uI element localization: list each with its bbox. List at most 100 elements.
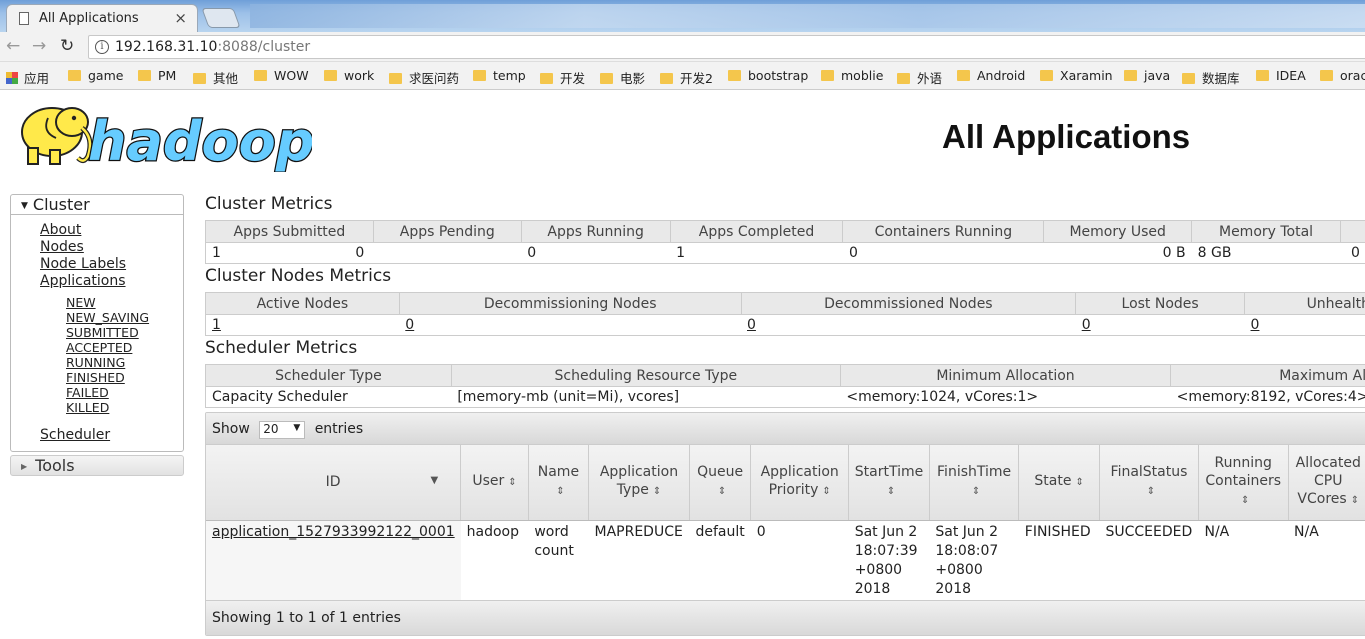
sidebar-link-accepted[interactable]: ACCEPTED (66, 340, 183, 355)
bookmark-folder[interactable]: 开发2 (660, 68, 713, 87)
metric-value: 8 GB (1191, 242, 1341, 264)
browser-tab-active[interactable]: All Applications × (6, 4, 198, 32)
bookmark-folder[interactable]: moblie (821, 68, 883, 83)
cell-type: MAPREDUCE (594, 523, 683, 540)
metric-value: 1 (670, 242, 843, 264)
decommissioned-nodes-link[interactable]: 0 (747, 317, 756, 333)
new-tab-button[interactable] (201, 8, 241, 28)
bookmark-folder[interactable]: 求医问药 (389, 68, 459, 87)
metric-value: <memory:8192, vCores:4> (1170, 386, 1365, 408)
sidebar-link-finished[interactable]: FINISHED (66, 370, 183, 385)
column-header-priority[interactable]: Application Priority ⇕ (750, 445, 850, 521)
folder-icon (68, 70, 81, 81)
column-header-running-containers[interactable]: Running Containers ⇕ (1198, 445, 1289, 521)
bookmark-folder[interactable]: Android (957, 68, 1025, 83)
active-nodes-link[interactable]: 1 (212, 317, 221, 333)
column-header-id[interactable]: ID ▼ (206, 445, 462, 521)
sidebar-link-new-saving[interactable]: NEW_SAVING (66, 310, 183, 325)
forward-arrow-icon[interactable]: → (32, 36, 46, 56)
bookmark-folder[interactable]: bootstrap (728, 68, 808, 83)
bookmark-folder[interactable]: java (1124, 68, 1170, 83)
bookmark-folder[interactable]: game (68, 68, 123, 83)
back-arrow-icon[interactable]: ← (6, 36, 20, 56)
column-header-finalstatus[interactable]: FinalStatus ⇕ (1099, 445, 1199, 521)
folder-icon (138, 70, 151, 81)
column-header-name[interactable]: Name ⇕ (528, 445, 590, 521)
bookmark-folder[interactable]: 电影 (600, 68, 645, 87)
folder-icon (728, 70, 741, 81)
sidebar-link-killed[interactable]: KILLED (66, 400, 183, 415)
sidebar-link-node-labels[interactable]: Node Labels (40, 256, 183, 273)
reload-icon[interactable]: ↻ (60, 36, 74, 56)
bookmark-folder[interactable]: work (324, 68, 374, 83)
url-text[interactable]: 192.168.31.10:8088/cluster (115, 39, 310, 55)
cluster-toggle[interactable]: ▼ Cluster (11, 195, 183, 215)
sidebar-link-submitted[interactable]: SUBMITTED (66, 325, 183, 340)
application-id-link[interactable]: application_1527933992122_0001 (212, 524, 455, 540)
decommissioning-nodes-link[interactable]: 0 (405, 317, 414, 333)
hadoop-logo: hadoop (21, 107, 312, 172)
blurred-tabs (250, 4, 1365, 28)
folder-icon (821, 70, 834, 81)
bookmark-folder[interactable]: Xaramin (1040, 68, 1113, 83)
show-label: Show (212, 421, 250, 437)
sort-icon: ⇕ (652, 486, 662, 498)
column-header-queue[interactable]: Queue ⇕ (689, 445, 752, 521)
info-icon[interactable]: i (95, 40, 109, 54)
sidebar-link-nodes[interactable]: Nodes (40, 239, 183, 256)
lost-nodes-link[interactable]: 0 (1082, 317, 1091, 333)
sidebar-tools-toggle[interactable]: ▶ Tools (10, 455, 184, 476)
column-header-user[interactable]: User ⇕ (460, 445, 529, 521)
tab-title: All Applications (39, 11, 139, 26)
bookmark-folder[interactable]: PM (138, 68, 176, 83)
sidebar-link-failed[interactable]: FAILED (66, 385, 183, 400)
sidebar-link-new[interactable]: NEW (66, 295, 183, 310)
address-bar[interactable]: i 192.168.31.10:8088/cluster (88, 35, 1365, 59)
browser-toolbar: ← → ↻ i 192.168.31.10:8088/cluster (0, 32, 1365, 62)
sidebar-link-running[interactable]: RUNNING (66, 355, 183, 370)
bookmark-folder[interactable]: temp (473, 68, 526, 83)
bookmark-folder[interactable]: 数据库 (1182, 68, 1240, 87)
metric-value: Capacity Scheduler (205, 386, 452, 408)
bookmark-folder[interactable]: 开发 (540, 68, 585, 87)
sort-icon: ⇕ (886, 486, 896, 498)
cell-starttime: Sat Jun 2 18:07:39 +0800 2018 (854, 523, 918, 597)
sidebar-link-applications[interactable]: Applications (40, 273, 183, 290)
sidebar-link-about[interactable]: About (40, 222, 183, 239)
bookmark-folder[interactable]: IDEA (1256, 68, 1306, 83)
bookmark-apps[interactable]: 应用 (6, 68, 49, 87)
header-cell: Memory Used (1043, 220, 1193, 243)
entries-select[interactable]: 20 ▼ (259, 421, 306, 439)
tab-close-icon[interactable]: × (174, 9, 187, 27)
bookmark-folder[interactable]: 其他 (193, 68, 238, 87)
header-cell: Apps Running (520, 220, 671, 243)
cell-priority: 0 (756, 523, 766, 540)
column-header-state[interactable]: State ⇕ (1018, 445, 1100, 521)
bookmarks-bar: 应用 game PM 其他 WOW work 求医问药 temp 开发 电影 开… (0, 62, 1365, 90)
folder-icon (473, 70, 486, 81)
column-header-starttime[interactable]: StartTime ⇕ (848, 445, 930, 521)
unhealthy-nodes-link[interactable]: 0 (1251, 317, 1260, 333)
page-icon (19, 12, 29, 25)
metric-value: 0 (1244, 314, 1365, 336)
folder-icon (957, 70, 970, 81)
cluster-metrics-title: Cluster Metrics (205, 194, 333, 214)
metric-value: 0 (842, 242, 1044, 264)
bookmark-folder[interactable]: WOW (254, 68, 309, 83)
column-header-type[interactable]: Application Type ⇕ (588, 445, 690, 521)
bookmark-folder[interactable]: orac (1320, 68, 1365, 83)
column-header-allocated-vcores[interactable]: Allocated CPU VCores ⇕ (1288, 445, 1365, 521)
column-header-finishtime[interactable]: FinishTime ⇕ (929, 445, 1020, 521)
bookmark-folder[interactable]: 外语 (897, 68, 942, 87)
nodes-metrics-table: Active Nodes Decommissioning Nodes Decom… (205, 292, 1365, 336)
nodes-metrics-title: Cluster Nodes Metrics (205, 266, 392, 286)
applications-panel: Show 20 ▼ entries ID ▼ User ⇕ Name ⇕ Applica… (205, 412, 1365, 636)
apps-grid-icon (6, 72, 18, 84)
folder-icon (540, 73, 553, 84)
applications-table: ID ▼ User ⇕ Name ⇕ Application Type ⇕ Queue ⇕… (206, 445, 1365, 601)
sort-icon: ⇕ (1146, 486, 1156, 498)
sort-icon: ⇕ (1241, 495, 1250, 507)
select-arrow-icon: ▼ (293, 423, 301, 433)
sidebar-link-scheduler[interactable]: Scheduler (40, 427, 183, 444)
folder-icon (1040, 70, 1053, 81)
